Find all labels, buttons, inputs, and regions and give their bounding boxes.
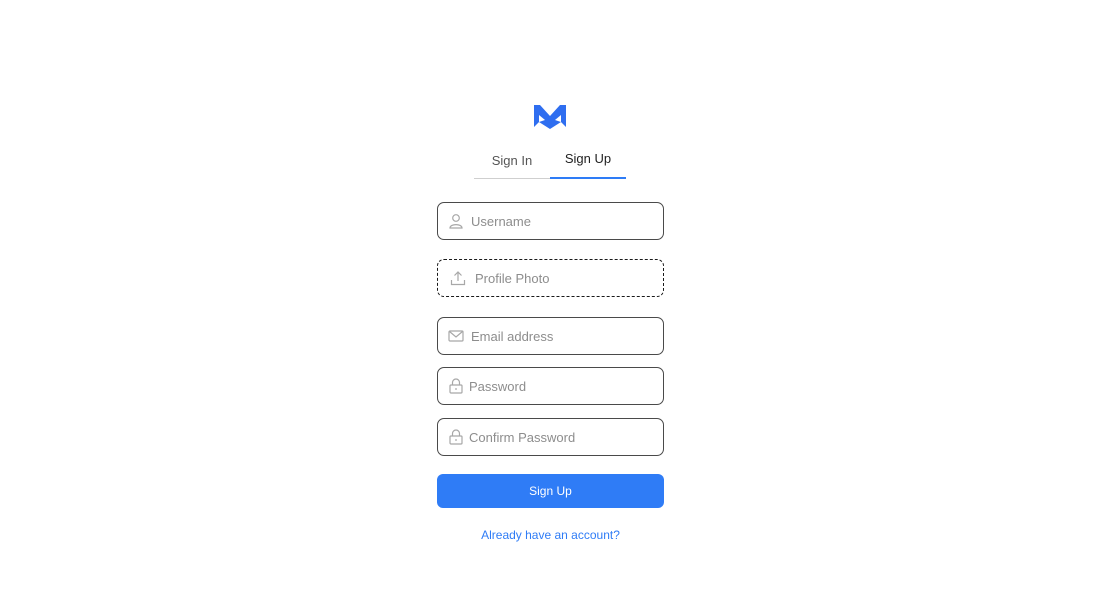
sign-up-button[interactable]: Sign Up [437, 474, 664, 508]
confirm-password-input[interactable] [469, 429, 649, 445]
email-field[interactable] [437, 317, 664, 355]
username-field[interactable] [437, 202, 664, 240]
username-input[interactable] [471, 213, 651, 229]
m-logo-icon [534, 105, 566, 129]
tab-sign-in-label: Sign In [491, 152, 533, 168]
profile-photo-label: Profile Photo [475, 270, 550, 286]
mail-icon [448, 328, 464, 344]
signup-page: Sign In Sign Up Profile Photo [0, 0, 1100, 611]
profile-photo-upload[interactable]: Profile Photo [437, 259, 664, 297]
email-input[interactable] [471, 328, 651, 344]
lock-icon [448, 378, 464, 394]
user-icon [448, 213, 464, 229]
tab-sign-in[interactable]: Sign In [474, 140, 550, 178]
confirm-password-field[interactable] [437, 418, 664, 456]
already-have-account-link[interactable]: Already have an account? [437, 528, 664, 542]
auth-tabs: Sign In Sign Up [474, 140, 626, 179]
password-field[interactable] [437, 367, 664, 405]
lock-icon [448, 429, 464, 445]
tab-sign-up[interactable]: Sign Up [550, 140, 626, 179]
password-input[interactable] [469, 378, 649, 394]
tab-sign-up-label: Sign Up [564, 150, 612, 166]
upload-icon [450, 270, 466, 286]
